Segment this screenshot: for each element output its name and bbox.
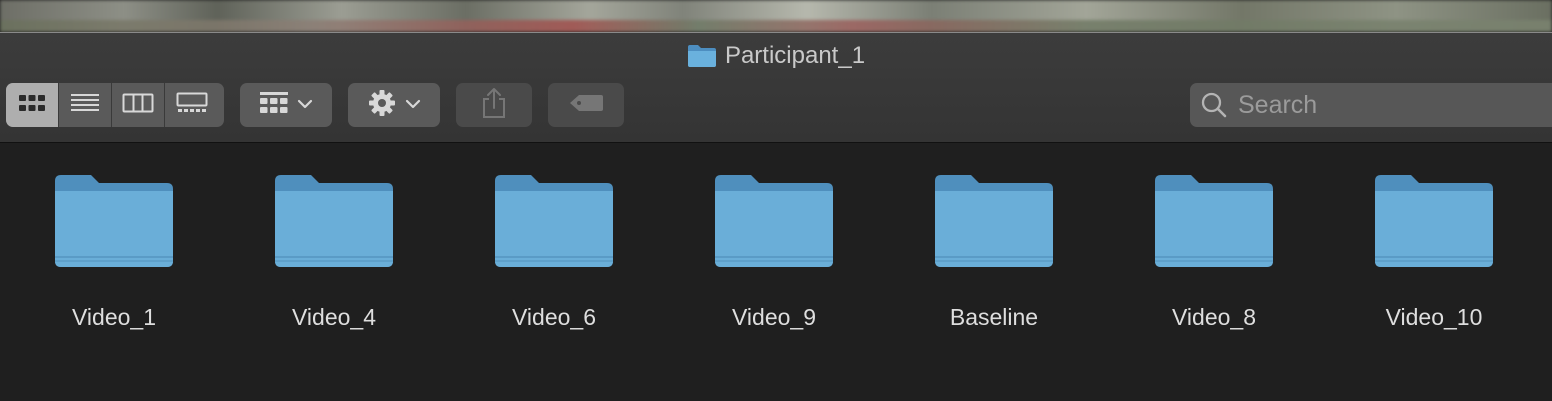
action-menu-button[interactable]	[348, 83, 440, 127]
chevron-down-icon	[405, 96, 421, 114]
folder-name: Video_9	[732, 304, 816, 330]
share-icon	[481, 87, 507, 124]
folder-icon	[1153, 173, 1275, 274]
folder-item[interactable]: Baseline	[894, 173, 1094, 343]
folder-icon	[493, 173, 615, 274]
group-by-icon	[259, 91, 289, 120]
titlebar: Participant_1 Search	[0, 33, 1552, 143]
chevron-down-icon	[297, 96, 313, 114]
column-view-icon	[122, 92, 154, 119]
tag-button[interactable]	[548, 83, 624, 127]
folder-name: Video_10	[1385, 304, 1483, 330]
folder-name: Video_4	[292, 304, 376, 330]
folder-icon	[53, 173, 175, 274]
finder-window: Participant_1 Search Video_1 Video_4 Vid…	[0, 32, 1552, 401]
folder-name: Baseline	[949, 304, 1039, 330]
folder-name: Video_8	[1172, 304, 1256, 330]
window-title-area: Participant_1	[0, 41, 1552, 71]
view-mode-control[interactable]	[6, 83, 224, 127]
gallery-view-button[interactable]	[165, 83, 218, 127]
folder-icon	[933, 173, 1055, 274]
column-view-button[interactable]	[112, 83, 165, 127]
folder-item[interactable]: Video_8	[1114, 173, 1314, 343]
gallery-view-icon	[176, 92, 208, 119]
desktop-background	[0, 0, 1552, 32]
window-title: Participant_1	[724, 42, 866, 69]
folder-icon	[1373, 173, 1495, 274]
search-placeholder: Search	[1238, 90, 1318, 119]
group-by-button[interactable]	[240, 83, 332, 127]
file-browser-content: Video_1 Video_4 Video_6 Video_9 Baseline…	[0, 143, 1552, 401]
icon-view-icon	[17, 93, 47, 118]
list-view-icon	[70, 92, 100, 119]
folder-item[interactable]: Video_1	[14, 173, 214, 343]
folder-name: Video_1	[72, 304, 156, 330]
icon-view-button[interactable]	[6, 83, 59, 127]
folder-icon	[713, 173, 835, 274]
folder-item[interactable]: Video_4	[234, 173, 434, 343]
folder-item[interactable]: Video_9	[674, 173, 874, 343]
gear-icon	[367, 88, 397, 123]
search-icon	[1200, 91, 1228, 119]
folder-name: Video_6	[512, 304, 596, 330]
tag-icon	[568, 93, 604, 118]
list-view-button[interactable]	[59, 83, 112, 127]
search-field[interactable]: Search	[1190, 83, 1552, 127]
folder-icon	[273, 173, 395, 274]
share-button[interactable]	[456, 83, 532, 127]
folder-item[interactable]: Video_10	[1334, 173, 1534, 343]
folder-icon	[687, 44, 717, 68]
folder-item[interactable]: Video_6	[454, 173, 654, 343]
